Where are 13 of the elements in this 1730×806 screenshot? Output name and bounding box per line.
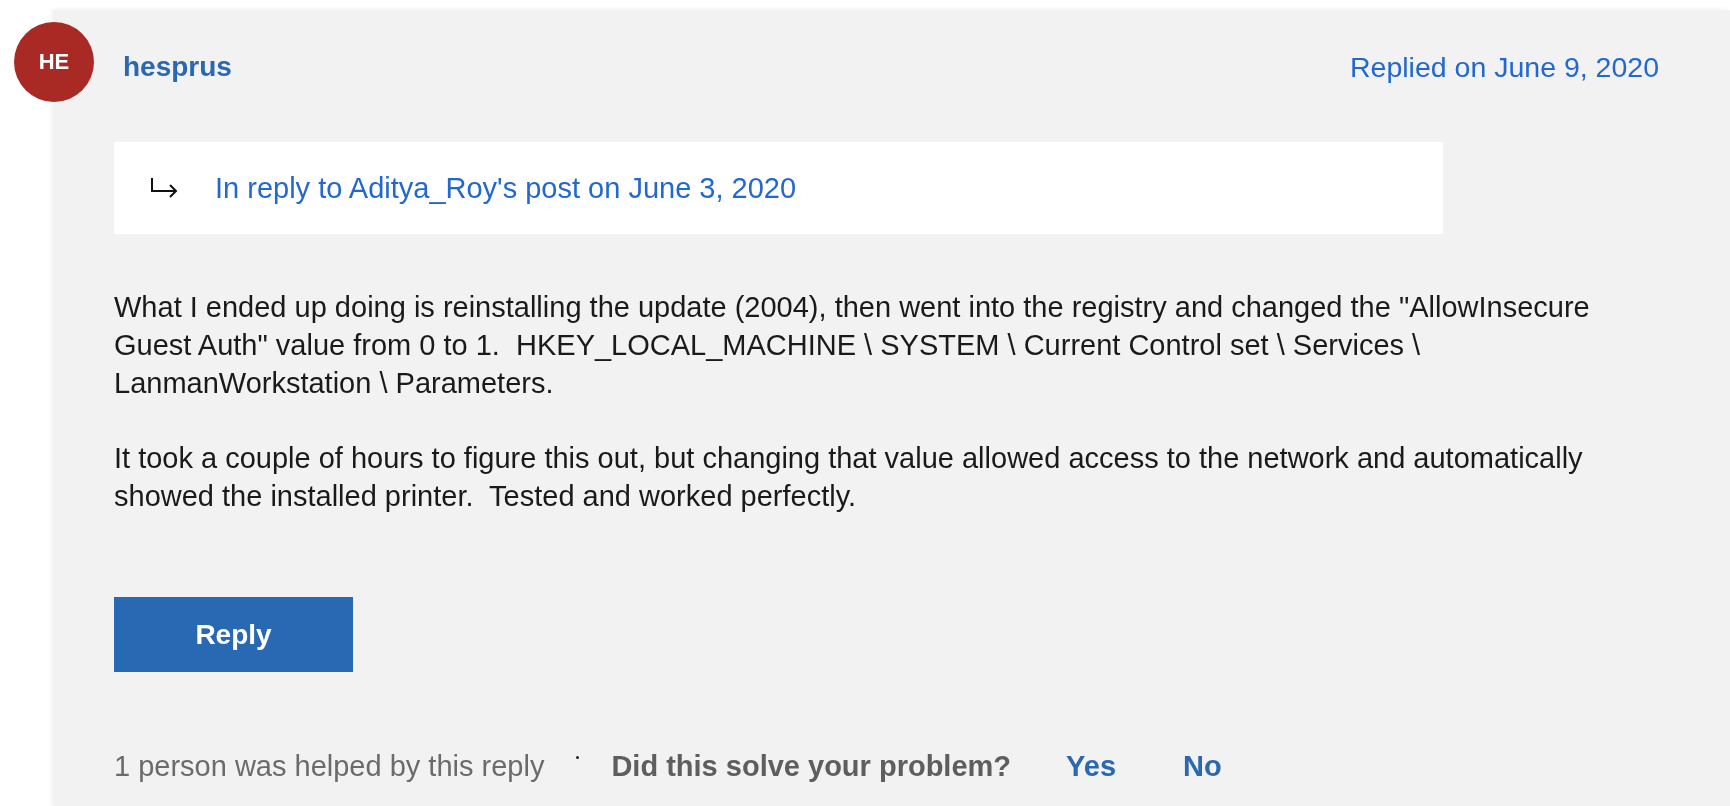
helped-count-text: 1 person was helped by this reply	[114, 749, 545, 783]
post-paragraph: It took a couple of hours to figure this out, but changing that value allowed access to the network and automatically showed the installed printer. Tested and worked perfectly.	[114, 441, 1584, 514]
answer-link[interactable]: Yes	[1066, 749, 1117, 783]
author-name-link[interactable]: hesprus	[123, 48, 232, 86]
reply-button[interactable]: Reply	[114, 597, 353, 672]
solved-question-text: Did this solve your problem?	[611, 749, 1012, 783]
reply-date-link[interactable]: Replied on June 9, 2020	[1350, 48, 1659, 86]
user-avatar: HE	[14, 22, 94, 102]
reply-arrow-icon	[150, 177, 178, 199]
in-reply-to-link[interactable]: In reply to Aditya_Roy's post on June 3, 2020	[215, 171, 797, 205]
separator-dot-icon	[576, 756, 580, 759]
answer-link[interactable]: No	[1183, 749, 1222, 783]
post-paragraph: What I ended up doing is reinstalling the update (2004), then went into the registry and changed the "AllowInsecure Guest Auth" value from 0 to 1. HKEY_LOCAL_MACHINE \ SYSTEM \ Current Control set \ Services \ LanmanWorkstation \ Parameters.	[114, 290, 1591, 401]
